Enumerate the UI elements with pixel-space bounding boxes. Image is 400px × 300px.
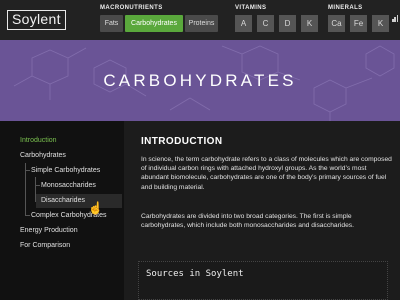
- sidebar-item-monosaccharides[interactable]: Monosaccharides: [41, 182, 96, 189]
- sidebar: [0, 121, 124, 300]
- mineral-fe-button[interactable]: Fe: [350, 15, 367, 32]
- vitamins-label: VITAMINS: [235, 5, 267, 11]
- main-content: INTRODUCTION In science, the term carboh…: [124, 121, 400, 300]
- hero-banner: CARBOHYDRATES: [0, 40, 400, 121]
- mineral-ca-button[interactable]: Ca: [328, 15, 345, 32]
- vitamin-a-button[interactable]: A: [235, 15, 252, 32]
- tree-connector: [25, 170, 30, 171]
- tree-connector: [25, 215, 30, 216]
- sidebar-item-simple-carbohydrates[interactable]: Simple Carbohydrates: [31, 167, 100, 174]
- section-heading: INTRODUCTION: [141, 136, 223, 147]
- sources-panel: [138, 261, 388, 300]
- vitamin-d-button[interactable]: D: [279, 15, 296, 32]
- vitamin-c-button[interactable]: C: [257, 15, 274, 32]
- page-title: CARBOHYDRATES: [103, 71, 297, 90]
- vitamin-k-button[interactable]: K: [301, 15, 318, 32]
- intro-paragraph: In science, the term carbohydrate refers…: [141, 156, 392, 191]
- mineral-k-button[interactable]: K: [372, 15, 389, 32]
- signal-bars-icon: [392, 4, 399, 22]
- sidebar-item-carbohydrates[interactable]: Carbohydrates: [20, 152, 66, 159]
- top-navigation: Soylent MACRONUTRIENTS Fats Carbohydrate…: [0, 0, 400, 40]
- hand-pointer-cursor-icon: ☝: [88, 201, 103, 215]
- carbohydrates-tab[interactable]: Carbohydrates: [125, 15, 183, 32]
- sidebar-item-energy-production[interactable]: Energy Production: [20, 227, 78, 234]
- minerals-label: MINERALS: [328, 5, 363, 11]
- sidebar-item-for-comparison[interactable]: For Comparison: [20, 242, 70, 249]
- proteins-tab[interactable]: Proteins: [185, 15, 218, 32]
- fats-tab[interactable]: Fats: [100, 15, 123, 32]
- sources-title: Sources in Soylent: [146, 269, 244, 279]
- sidebar-item-introduction[interactable]: Introduction: [20, 137, 57, 144]
- soylent-logo[interactable]: Soylent: [7, 10, 66, 30]
- sidebar-item-disaccharides[interactable]: Disaccharides: [36, 194, 122, 208]
- categories-paragraph: Carbohydrates are divided into two broad…: [141, 213, 355, 230]
- macronutrients-label: MACRONUTRIENTS: [100, 5, 163, 11]
- tree-connector: [35, 185, 40, 186]
